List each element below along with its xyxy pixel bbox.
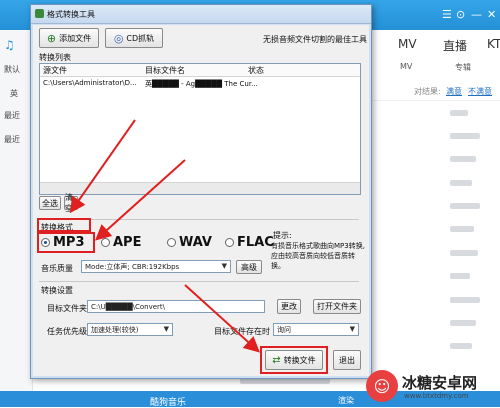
watermark-url: www.btxtdmy.com	[404, 392, 469, 400]
watermark-text: 冰糖安卓网	[402, 374, 478, 392]
arrow-to-format-label	[69, 119, 136, 214]
arrow-to-mp3	[95, 159, 186, 241]
android-logo-icon: ☺	[366, 370, 398, 402]
annotation-arrows	[69, 119, 260, 353]
watermark: ☺ 冰糖安卓网 www.btxtdmy.com	[366, 368, 496, 404]
arrow-to-convert	[184, 284, 260, 353]
